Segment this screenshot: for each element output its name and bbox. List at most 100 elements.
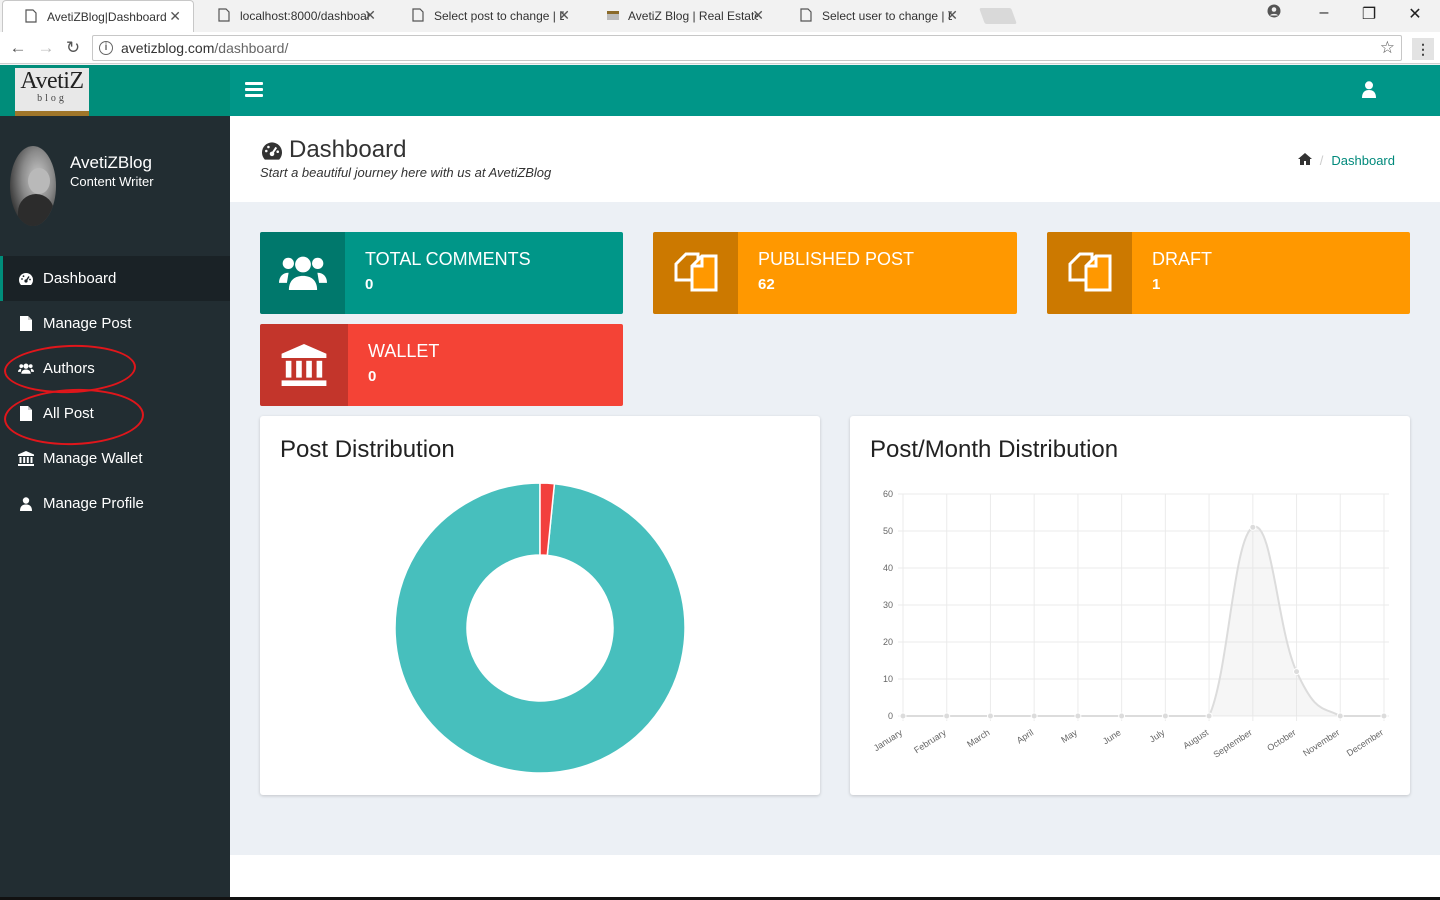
sidebar-item-label: Dashboard: [43, 270, 117, 287]
close-icon[interactable]: ✕: [946, 7, 958, 24]
data-point[interactable]: [1380, 712, 1388, 720]
data-point[interactable]: [1249, 523, 1257, 531]
sidebar-item-label: All Post: [43, 405, 94, 422]
browser-tab[interactable]: AvetiZ Blog | Real Estate ✕: [584, 0, 776, 32]
back-icon[interactable]: ←: [7, 38, 29, 58]
logo-area: AvetiZ blog: [0, 65, 230, 116]
stat-label: DRAFT: [1152, 249, 1212, 269]
line-chart: 0 10 20 30 40 50 60 January February March April Ma…: [872, 489, 1389, 760]
content-header: Dashboard Start a beautiful journey here…: [230, 116, 1440, 202]
data-point[interactable]: [1336, 712, 1344, 720]
close-icon[interactable]: ✕: [169, 8, 181, 25]
page-subtitle: Start a beautiful journey here with us a…: [260, 165, 552, 180]
url-text: avetizblog.com/dashboard/: [121, 40, 288, 56]
browser-tabstrip: AvetiZBlog|Dashboard ✕ localhost:8000/da…: [0, 0, 1440, 32]
stat-published-post[interactable]: PUBLISHED POST 62: [653, 232, 1017, 314]
y-tick-label: 50: [883, 526, 893, 536]
close-icon[interactable]: ✕: [752, 7, 764, 24]
data-point[interactable]: [1030, 712, 1038, 720]
stat-value: 62: [758, 276, 775, 293]
logo-subtext: blog: [37, 93, 67, 104]
user-icon: [18, 496, 34, 512]
bookmark-star-icon[interactable]: ☆: [1380, 38, 1395, 58]
sidebar-item-label: Authors: [43, 360, 95, 377]
x-tick-label: March: [965, 727, 991, 749]
browser-tab[interactable]: AvetiZBlog|Dashboard ✕: [2, 0, 194, 32]
sidebar-item-label: Manage Profile: [43, 495, 144, 512]
x-tick-label: September: [1212, 727, 1254, 759]
forward-icon[interactable]: →: [35, 38, 57, 58]
reload-icon[interactable]: ↻: [62, 38, 84, 58]
site-logo[interactable]: AvetiZ blog: [15, 68, 89, 116]
info-icon[interactable]: i: [99, 41, 113, 55]
user-icon[interactable]: [1362, 81, 1378, 99]
data-point[interactable]: [1205, 712, 1213, 720]
minimize-icon[interactable]: –: [1312, 4, 1336, 22]
url-path: /dashboard/: [214, 40, 289, 56]
copy-files-icon: [1047, 232, 1132, 314]
sidebar-item-manage-wallet[interactable]: Manage Wallet: [0, 436, 230, 481]
x-tick-label: February: [912, 727, 948, 755]
sidebar-item-all-post[interactable]: All Post: [0, 391, 230, 436]
stat-value: 0: [368, 368, 377, 385]
y-tick-label: 40: [883, 563, 893, 573]
page-icon: [25, 8, 39, 25]
stat-draft[interactable]: DRAFT 1: [1047, 232, 1410, 314]
stat-label: TOTAL COMMENTS: [365, 249, 531, 269]
data-point[interactable]: [1161, 712, 1169, 720]
browser-tab[interactable]: localhost:8000/dashboard ✕: [196, 0, 388, 32]
tab-title: AvetiZBlog|Dashboard: [47, 9, 167, 24]
close-icon[interactable]: ✕: [558, 7, 570, 24]
close-icon[interactable]: ✕: [364, 7, 376, 24]
sidebar-menu: Dashboard Manage Post Authors All Post M…: [0, 256, 230, 526]
stat-value: 0: [365, 276, 374, 293]
browser-tab[interactable]: Select post to change | D ✕: [390, 0, 582, 32]
sidebar-item-manage-profile[interactable]: Manage Profile: [0, 481, 230, 526]
hamburger-menu-icon[interactable]: [245, 82, 263, 98]
data-point[interactable]: [943, 712, 951, 720]
url-input[interactable]: i avetizblog.com/dashboard/ ☆: [92, 35, 1402, 61]
sidebar-item-label: Manage Wallet: [43, 450, 143, 467]
y-tick-label: 0: [888, 711, 893, 721]
post-month-panel: Post/Month Distribution 0 10 20 30 40 50 60 Jan…: [850, 416, 1410, 795]
x-tick-label: July: [1148, 727, 1167, 744]
bank-icon: [260, 324, 348, 406]
sidebar: AvetiZ blog AvetiZBlog Content Writer Da…: [0, 65, 230, 900]
series-area: [903, 526, 1384, 716]
breadcrumb-separator: /: [1319, 153, 1324, 168]
x-tick-label: December: [1345, 727, 1385, 758]
window-close-icon[interactable]: ✕: [1403, 4, 1427, 24]
data-point[interactable]: [1293, 668, 1301, 676]
x-tick-label: June: [1101, 727, 1123, 746]
user-role: Content Writer: [70, 174, 154, 189]
browser-menu-icon[interactable]: ⋮: [1412, 38, 1434, 60]
sidebar-item-dashboard[interactable]: Dashboard: [0, 256, 230, 301]
stat-total-comments[interactable]: TOTAL COMMENTS 0: [260, 232, 623, 314]
dashboard-icon: [260, 140, 284, 160]
tab-title: Select post to change | D: [434, 9, 564, 23]
file-icon: [18, 316, 34, 332]
new-tab-button[interactable]: [979, 8, 1017, 24]
sidebar-item-manage-post[interactable]: Manage Post: [0, 301, 230, 346]
footer: [230, 855, 1440, 900]
y-tick-label: 30: [883, 600, 893, 610]
tab-title: localhost:8000/dashboard: [240, 9, 370, 23]
breadcrumb-current[interactable]: Dashboard: [1331, 153, 1395, 168]
app: AvetiZ blog AvetiZBlog Content Writer Da…: [0, 65, 1440, 900]
donut-chart: [394, 482, 686, 774]
stat-wallet[interactable]: WALLET 0: [260, 324, 623, 406]
data-point[interactable]: [1118, 712, 1126, 720]
stat-label: PUBLISHED POST: [758, 249, 915, 269]
data-point[interactable]: [899, 712, 907, 720]
restore-icon[interactable]: ❐: [1357, 4, 1381, 24]
browser-tab[interactable]: Select user to change | D ✕: [778, 0, 970, 32]
sidebar-item-authors[interactable]: Authors: [0, 346, 230, 391]
home-icon[interactable]: [1297, 153, 1312, 168]
x-tick-label: August: [1181, 727, 1210, 751]
profile-icon[interactable]: [1262, 4, 1286, 23]
address-bar: ← → ↻ i avetizblog.com/dashboard/ ☆: [0, 32, 1440, 64]
data-point[interactable]: [986, 712, 994, 720]
data-point[interactable]: [1074, 712, 1082, 720]
x-tick-label: October: [1265, 727, 1297, 753]
x-tick-label: November: [1301, 727, 1341, 758]
